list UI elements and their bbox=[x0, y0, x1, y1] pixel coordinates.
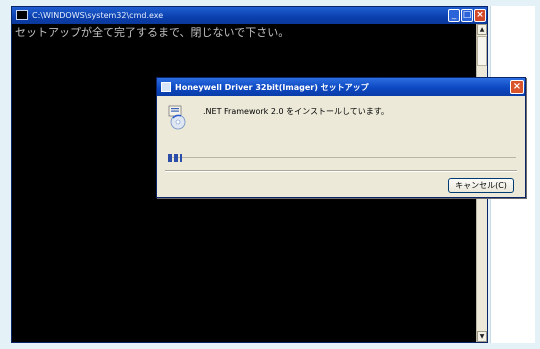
install-status-message: .NET Framework 2.0 をインストールしています。 bbox=[203, 107, 389, 116]
install-progress-bar bbox=[168, 154, 516, 162]
dialog-titlebar[interactable]: Honeywell Driver 32bit(Imager) セットアップ × bbox=[157, 78, 525, 96]
cancel-button[interactable]: キャンセル(C) bbox=[448, 178, 514, 193]
minimize-button[interactable]: _ bbox=[448, 9, 460, 22]
installer-cd-icon bbox=[168, 105, 186, 130]
scroll-down-arrow-icon[interactable]: ▼ bbox=[477, 331, 487, 342]
console-titlebar[interactable]: C:\WINDOWS\system32\cmd.exe _ □ × bbox=[12, 7, 487, 24]
scroll-up-arrow-icon[interactable]: ▲ bbox=[477, 24, 487, 35]
setup-dialog[interactable]: Honeywell Driver 32bit(Imager) セットアップ × … bbox=[156, 77, 526, 198]
maximize-button[interactable]: □ bbox=[461, 9, 473, 22]
console-close-button[interactable]: × bbox=[474, 9, 486, 22]
console-title: C:\WINDOWS\system32\cmd.exe bbox=[32, 11, 164, 20]
dialog-close-button[interactable]: × bbox=[510, 80, 524, 94]
progress-fill bbox=[168, 154, 182, 162]
scroll-thumb[interactable] bbox=[477, 36, 487, 66]
console-window-icon bbox=[16, 10, 28, 20]
progress-track bbox=[168, 157, 516, 158]
dialog-title: Honeywell Driver 32bit(Imager) セットアップ bbox=[175, 83, 369, 92]
setup-app-icon bbox=[161, 82, 171, 92]
console-message: セットアップが全て完了するまで、閉じないで下さい。 bbox=[15, 26, 290, 39]
dialog-separator bbox=[165, 170, 517, 172]
